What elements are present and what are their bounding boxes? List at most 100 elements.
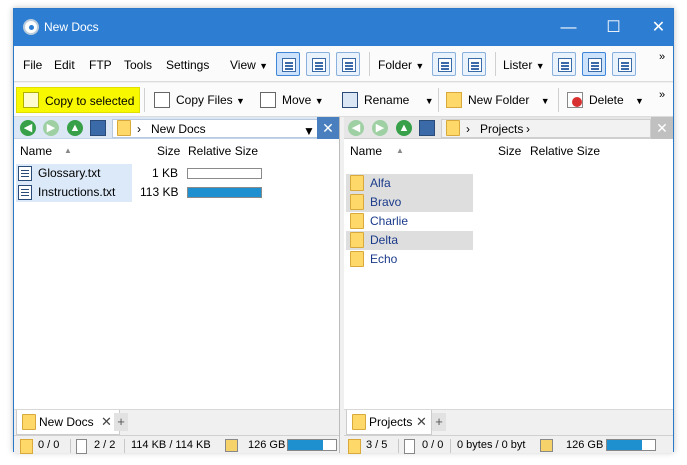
status-free: 126 GB <box>248 439 286 451</box>
divider <box>450 439 451 453</box>
delete-icon <box>567 92 583 108</box>
close-tab-icon[interactable]: ✕ <box>101 410 112 434</box>
new-folder-button[interactable]: New Folder ▼ <box>444 87 550 113</box>
menu-bar: File Edit FTP Tools Settings View ▼ Fold… <box>14 46 673 82</box>
view-mode-icon[interactable] <box>90 120 106 136</box>
folder-icon <box>446 120 460 136</box>
lister-tree-icon[interactable] <box>612 52 636 76</box>
status-bytes: 0 bytes / 0 byt <box>457 439 526 451</box>
rename-button[interactable]: Rename ▼ <box>340 87 434 113</box>
title-bar[interactable]: New Docs — ☐ ✕ <box>14 9 673 46</box>
right-path-field[interactable]: › Projects › <box>441 119 651 138</box>
chevron-down-icon: ▼ <box>314 96 324 106</box>
lister-single-icon[interactable] <box>552 52 576 76</box>
column-name[interactable]: Name <box>350 144 382 158</box>
file-size: 1 KB <box>151 166 178 180</box>
delete-label: Delete <box>589 93 624 107</box>
status-files: 2 / 2 <box>94 439 116 451</box>
more-menu-icon[interactable]: » <box>659 51 665 63</box>
app-icon <box>23 19 39 35</box>
relative-size-bar <box>187 187 262 198</box>
menu-folder-label: Folder <box>378 58 413 72</box>
view-mode-icon[interactable] <box>419 120 435 136</box>
status-files: 0 / 0 <box>422 439 444 451</box>
folder-row[interactable]: Bravo <box>346 193 473 212</box>
folder-icon <box>352 414 366 430</box>
chevron-down-icon[interactable]: ▼ <box>303 124 315 138</box>
drive-usage-fill <box>607 440 642 450</box>
copy-to-selected-button[interactable]: Copy to selected <box>16 87 140 113</box>
folder-name: Bravo <box>370 195 402 209</box>
column-name[interactable]: Name <box>20 144 52 158</box>
chevron-down-icon: ▼ <box>259 61 269 71</box>
menu-ftp[interactable]: FTP <box>89 58 112 72</box>
view-thumbnails-icon[interactable] <box>336 52 360 76</box>
menu-folder[interactable]: Folder ▼ <box>378 58 424 72</box>
column-size[interactable]: Size <box>157 144 180 158</box>
menu-tools[interactable]: Tools <box>124 58 152 72</box>
menu-lister[interactable]: Lister ▼ <box>503 58 545 72</box>
left-path-field[interactable]: › New Docs ▼ <box>112 119 318 138</box>
move-label: Move <box>282 93 312 107</box>
right-status-bar: 3 / 5 0 / 0 0 bytes / 0 byt 126 GB <box>344 435 673 454</box>
file-row[interactable]: Glossary.txt <box>16 164 132 183</box>
back-icon[interactable]: ◀ <box>348 120 364 136</box>
column-relative-size[interactable]: Relative Size <box>530 144 600 158</box>
column-relative-size[interactable]: Relative Size <box>188 144 258 158</box>
folder-row[interactable]: Delta <box>346 231 473 250</box>
folder-name: Charlie <box>370 214 409 228</box>
folder-tiles-icon[interactable] <box>462 52 486 76</box>
close-tab-icon[interactable]: ✕ <box>416 410 427 434</box>
separator <box>369 52 370 76</box>
add-tab-icon[interactable]: + <box>432 413 446 431</box>
tab-new-docs[interactable]: New Docs ✕ <box>16 410 120 435</box>
maximize-button[interactable]: ☐ <box>591 9 636 46</box>
tab-projects[interactable]: Projects ✕ <box>346 410 432 435</box>
copy-files-label: Copy Files <box>176 93 233 107</box>
folder-row[interactable]: Echo <box>346 250 473 269</box>
folder-icon <box>350 194 364 210</box>
column-size[interactable]: Size <box>498 144 521 158</box>
close-panel-icon[interactable]: ✕ <box>651 117 673 139</box>
left-path-text: New Docs <box>151 122 206 136</box>
folder-icon <box>348 439 361 454</box>
menu-lister-label: Lister <box>503 58 533 72</box>
relative-size-fill <box>188 188 261 197</box>
separator <box>144 88 145 112</box>
menu-view[interactable]: View ▼ <box>230 58 268 72</box>
delete-button[interactable]: Delete ▼ <box>565 87 644 113</box>
chevron-down-icon: ▼ <box>535 61 545 71</box>
text-file-icon <box>18 166 32 181</box>
folder-name: Echo <box>370 252 398 266</box>
folder-row[interactable]: Alfa <box>346 174 473 193</box>
up-icon[interactable]: ▲ <box>396 120 412 136</box>
menu-settings[interactable]: Settings <box>166 58 209 72</box>
drive-usage-fill <box>288 440 323 450</box>
close-panel-icon[interactable]: ✕ <box>317 117 339 139</box>
move-button[interactable]: Move ▼ <box>258 87 324 113</box>
folder-grid-icon[interactable] <box>432 52 456 76</box>
file-row[interactable]: Instructions.txt <box>16 183 132 202</box>
up-icon[interactable]: ▲ <box>67 120 83 136</box>
folder-row[interactable]: Charlie <box>346 212 473 231</box>
more-toolbar-icon[interactable]: » <box>659 89 665 101</box>
lister-dual-icon[interactable] <box>582 52 606 76</box>
menu-edit[interactable]: Edit <box>54 58 75 72</box>
back-icon[interactable]: ◀ <box>20 120 36 136</box>
action-toolbar: Copy to selected Copy Files ▼ Move ▼ Ren… <box>14 83 673 117</box>
close-button[interactable]: ✕ <box>636 9 681 46</box>
separator <box>438 88 439 112</box>
minimize-button[interactable]: — <box>546 9 591 46</box>
copy-files-button[interactable]: Copy Files ▼ <box>152 87 245 113</box>
forward-icon[interactable]: ▶ <box>372 120 388 136</box>
chevron-down-icon: ▼ <box>424 96 434 106</box>
forward-icon[interactable]: ▶ <box>43 120 59 136</box>
view-details-icon[interactable] <box>276 52 300 76</box>
left-path-bar: ◀ ▶ ▲ › New Docs ▼ ✕ <box>14 117 339 139</box>
rename-label: Rename <box>364 93 410 107</box>
folder-name: Delta <box>370 233 399 247</box>
menu-file[interactable]: File <box>23 58 42 72</box>
add-tab-icon[interactable]: + <box>114 413 128 431</box>
view-list-icon[interactable] <box>306 52 330 76</box>
rename-icon <box>342 92 358 108</box>
